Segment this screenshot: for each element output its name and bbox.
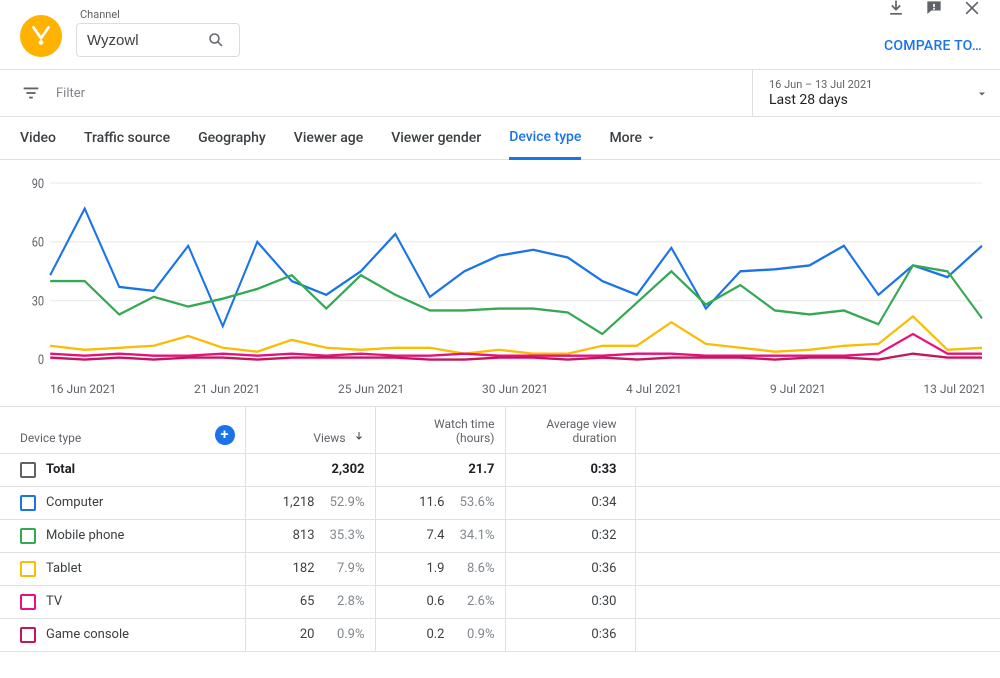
tab-device-type[interactable]: Device type [509, 129, 581, 160]
table-row-total: Total2,30221.70:33 [0, 453, 1000, 486]
filter-placeholder[interactable]: Filter [56, 86, 85, 101]
checkbox-row[interactable] [20, 594, 36, 610]
checkbox-row[interactable] [20, 561, 36, 577]
th-avg[interactable]: Average view duration [505, 407, 635, 453]
series-mobile-phone [50, 265, 982, 334]
channel-input-field[interactable] [87, 32, 207, 49]
tab-traffic-source[interactable]: Traffic source [84, 130, 170, 158]
download-icon[interactable] [886, 0, 906, 18]
row-name: TV [46, 594, 62, 609]
close-icon[interactable] [962, 0, 982, 18]
date-range-small: 16 Jun – 13 Jul 2021 [769, 78, 984, 91]
series-tablet [50, 316, 982, 353]
row-name: Tablet [46, 561, 82, 576]
tab-geography[interactable]: Geography [198, 130, 266, 158]
svg-text:60: 60 [32, 235, 45, 250]
th-views[interactable]: Views [313, 431, 345, 445]
table-row[interactable]: Computer1,21852.9%11.653.6%0:34 [0, 486, 1000, 519]
add-metric-button[interactable]: + [215, 425, 235, 445]
filter-icon[interactable] [20, 82, 42, 104]
row-name: Game console [46, 627, 129, 642]
svg-text:30: 30 [32, 294, 45, 309]
table-row[interactable]: TV652.8%0.62.6%0:30 [0, 585, 1000, 618]
table-row[interactable]: Mobile phone81335.3%7.434.1%0:32 [0, 519, 1000, 552]
views-line-chart: 0 30 60 90 [20, 176, 986, 376]
brand-logo[interactable] [20, 15, 62, 57]
x-tick-label: 21 Jun 2021 [194, 382, 338, 396]
x-tick-label: 9 Jul 2021 [770, 382, 914, 396]
date-range-picker[interactable]: 16 Jun – 13 Jul 2021 Last 28 days [752, 70, 1000, 116]
th-device: Device type [20, 431, 81, 445]
x-tick-label: 30 Jun 2021 [482, 382, 626, 396]
tabs-bar: Video Traffic source Geography Viewer age Vi… [0, 117, 1000, 160]
x-tick-label: 4 Jul 2021 [626, 382, 770, 396]
sort-desc-icon [353, 430, 365, 442]
tab-more[interactable]: More [609, 130, 656, 158]
channel-label: Channel [80, 8, 240, 21]
x-tick-label: 16 Jun 2021 [50, 382, 194, 396]
x-tick-label: 25 Jun 2021 [338, 382, 482, 396]
tab-video[interactable]: Video [20, 130, 56, 158]
device-table: Device type + Views Watch time (hours) A… [0, 407, 1000, 652]
table-row[interactable]: Tablet1827.9%1.98.6%0:36 [0, 552, 1000, 585]
checkbox-row[interactable] [20, 528, 36, 544]
compare-to-link[interactable]: COMPARE TO… [884, 38, 982, 54]
row-name: Computer [46, 495, 103, 510]
date-range-label: Last 28 days [769, 92, 984, 108]
checkbox-row[interactable] [20, 495, 36, 511]
tab-viewer-age[interactable]: Viewer age [294, 130, 363, 158]
checkbox-total[interactable] [20, 462, 36, 478]
chevron-down-icon [976, 88, 988, 100]
checkbox-row[interactable] [20, 627, 36, 643]
chart-x-axis: 16 Jun 202121 Jun 202125 Jun 202130 Jun … [20, 382, 986, 396]
feedback-icon[interactable] [924, 0, 944, 18]
row-name: Mobile phone [46, 528, 124, 543]
channel-input[interactable] [76, 23, 240, 57]
tab-viewer-gender[interactable]: Viewer gender [391, 130, 481, 158]
svg-text:90: 90 [32, 176, 45, 191]
svg-text:0: 0 [38, 352, 44, 367]
th-watch[interactable]: Watch time (hours) [375, 407, 505, 453]
total-label: Total [46, 462, 75, 477]
table-row[interactable]: Game console200.9%0.20.9%0:36 [0, 618, 1000, 651]
search-icon[interactable] [207, 31, 225, 49]
x-tick-label: 13 Jul 2021 [914, 382, 986, 396]
